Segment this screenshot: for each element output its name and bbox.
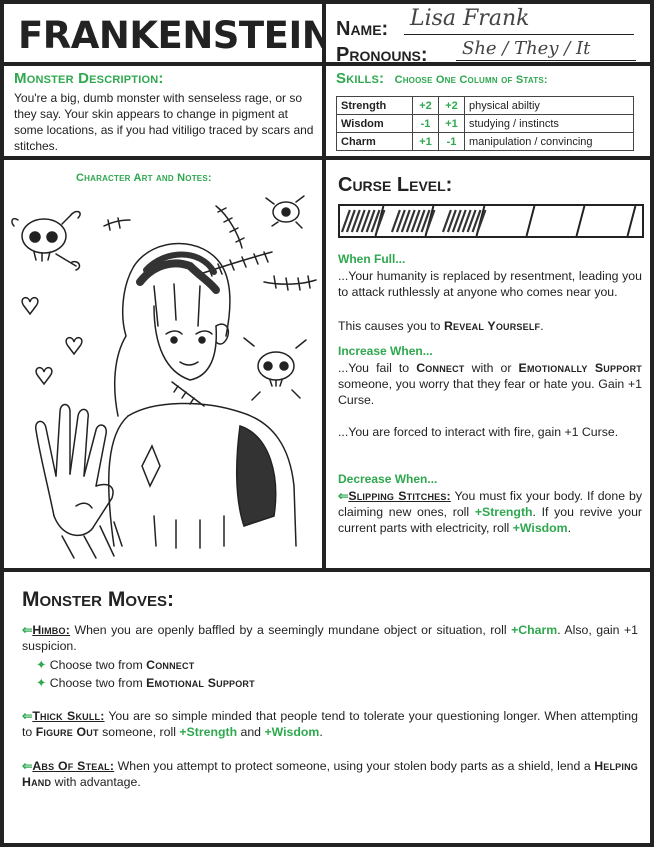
- skill-column-b[interactable]: +1: [438, 114, 465, 133]
- skill-column-b[interactable]: +2: [438, 96, 465, 115]
- move-text: When you attempt to protect someone, usi…: [114, 759, 595, 773]
- move-slipping-stitches: Slipping Stitches:: [348, 489, 451, 503]
- punctuation: .: [319, 725, 323, 739]
- skill-column-b[interactable]: -1: [438, 132, 465, 151]
- when-full-heading: When Full...: [338, 252, 406, 266]
- move-connect: Connect: [146, 658, 195, 672]
- increase-text-2: ...You are forced to interact with fire,…: [338, 425, 619, 439]
- move-text: someone, roll: [98, 725, 180, 739]
- moves-heading: Monster Moves:: [22, 588, 175, 611]
- move-abs-of-steal: ⇐Abs Of Steal: When you attempt to prote…: [22, 758, 638, 790]
- increase-text-part: someone, you worry that they fear or hat…: [338, 377, 642, 407]
- when-full-result: This causes you to Reveal Yourself.: [338, 318, 642, 334]
- skills-subheading: Choose One Column of Stats:: [394, 74, 548, 86]
- curse-box-empty[interactable]: [592, 206, 642, 236]
- art-panel: Character Art and Notes:: [0, 156, 326, 572]
- skill-column-a[interactable]: +2: [412, 96, 439, 115]
- when-full-text: ...Your humanity is replaced by resentme…: [338, 269, 642, 299]
- name-value[interactable]: Lisa Frank: [410, 6, 529, 31]
- bullet-icon: ✦: [36, 676, 47, 690]
- description-heading: Monster Description:: [14, 70, 164, 87]
- pronouns-line: [456, 60, 636, 61]
- move-reveal-yourself: Reveal Yourself: [443, 319, 541, 333]
- stat-strength: +Strength: [179, 725, 238, 739]
- skill-row: Charm +1 -1 manipulation / convincing: [336, 132, 634, 151]
- move-text: When you are openly baffled by a seeming…: [70, 623, 512, 637]
- skill-stat: Strength: [336, 96, 413, 115]
- stat-wisdom: +Wisdom: [512, 521, 568, 535]
- description-panel: Monster Description: You're a big, dumb …: [0, 62, 326, 160]
- heart-doodle-icon: [21, 296, 39, 316]
- identity-panel: Name: Lisa Frank Pronouns: She / They / …: [322, 0, 654, 66]
- decrease-text: ⇐Slipping Stitches: You must fix your bo…: [338, 488, 642, 536]
- move-text: and: [237, 725, 265, 739]
- skill-description: studying / instincts: [464, 114, 634, 133]
- increase-heading: Increase When...: [338, 344, 433, 358]
- curse-box-empty[interactable]: [491, 206, 541, 236]
- art-heading: Character Art and Notes:: [76, 172, 212, 184]
- page-title: FRANKENSTEIN: [18, 14, 333, 57]
- skill-description: physical abiltiy: [464, 96, 634, 115]
- option-text: Choose two from: [49, 676, 147, 690]
- move-arrow-icon: ⇐: [22, 759, 33, 773]
- increase-text-part: with or: [464, 361, 519, 375]
- move-connect: Connect: [416, 361, 465, 375]
- name-label: Name:: [336, 18, 389, 40]
- skill-column-a[interactable]: +1: [412, 132, 439, 151]
- curse-panel: Curse Level: When Full... ...Your humani…: [322, 156, 654, 572]
- move-emotionally-support: Emotionally Support: [518, 361, 642, 375]
- move-text: with advantage.: [51, 775, 141, 789]
- skill-stat: Charm: [336, 132, 413, 151]
- increase-text-part: ...You fail to: [338, 361, 417, 375]
- curse-heading: Curse Level:: [338, 174, 453, 196]
- title-panel: FRANKENSTEIN: [0, 0, 333, 66]
- move-arrow-icon: ⇐: [22, 709, 33, 723]
- eye-doodle-icon: [265, 195, 305, 229]
- skill-stat: Wisdom: [336, 114, 413, 133]
- move-emotional-support: Emotional Support: [146, 676, 255, 690]
- curse-box-filled[interactable]: [390, 206, 440, 236]
- move-thick-skull: ⇐Thick Skull: You are so simple minded t…: [22, 708, 638, 740]
- skull-doodle-icon: [11, 210, 81, 271]
- move-himbo: ⇐Himbo: When you are openly baffled by a…: [22, 622, 638, 654]
- punctuation: .: [540, 319, 544, 333]
- curse-track: [338, 204, 644, 238]
- stat-charm: +Charm: [511, 623, 558, 637]
- move-name: Thick Skull:: [32, 709, 105, 723]
- bullet-icon: ✦: [36, 658, 47, 672]
- stat-wisdom: +Wisdom: [264, 725, 320, 739]
- move-arrow-icon: ⇐: [22, 623, 33, 637]
- move-figure-out: Figure Out: [35, 725, 99, 739]
- skill-description: manipulation / convincing: [464, 132, 634, 151]
- skill-row: Strength +2 +2 physical abiltiy: [336, 96, 634, 115]
- move-arrow-icon: ⇐: [338, 489, 349, 503]
- curse-box-filled[interactable]: [340, 206, 390, 236]
- curse-box-empty[interactable]: [541, 206, 591, 236]
- decrease-heading: Decrease When...: [338, 472, 438, 486]
- character-drawing: [11, 195, 317, 559]
- skill-row: Wisdom -1 +1 studying / instincts: [336, 114, 634, 133]
- skills-table: Strength +2 +2 physical abiltiy Wisdom -…: [336, 96, 634, 151]
- small-skull-doodle-icon: [243, 337, 307, 401]
- skills-title: Skills:: [336, 70, 385, 87]
- skills-panel: Skills: Choose One Column of Stats: Stre…: [322, 62, 654, 160]
- moves-panel: Monster Moves: ⇐Himbo: When you are open…: [0, 568, 654, 847]
- when-full-result-text: This causes you to: [338, 319, 444, 333]
- punctuation: .: [567, 521, 572, 535]
- skills-heading: Skills: Choose One Column of Stats:: [336, 70, 548, 87]
- increase-text-1: ...You fail to Connect with or Emotional…: [338, 360, 642, 408]
- description-text: You're a big, dumb monster with senseles…: [14, 91, 314, 153]
- himbo-option-1: ✦ Choose two from Connect: [36, 658, 194, 672]
- skill-column-a[interactable]: -1: [412, 114, 439, 133]
- move-name: Himbo:: [32, 623, 70, 637]
- pronouns-value[interactable]: She / They / It: [462, 38, 590, 59]
- stat-strength: +Strength: [474, 505, 533, 519]
- move-name: Abs Of Steal:: [32, 759, 115, 773]
- option-text: Choose two from: [49, 658, 147, 672]
- curse-box-filled[interactable]: [441, 206, 491, 236]
- name-line: [404, 34, 634, 35]
- himbo-option-2: ✦ Choose two from Emotional Support: [36, 676, 255, 690]
